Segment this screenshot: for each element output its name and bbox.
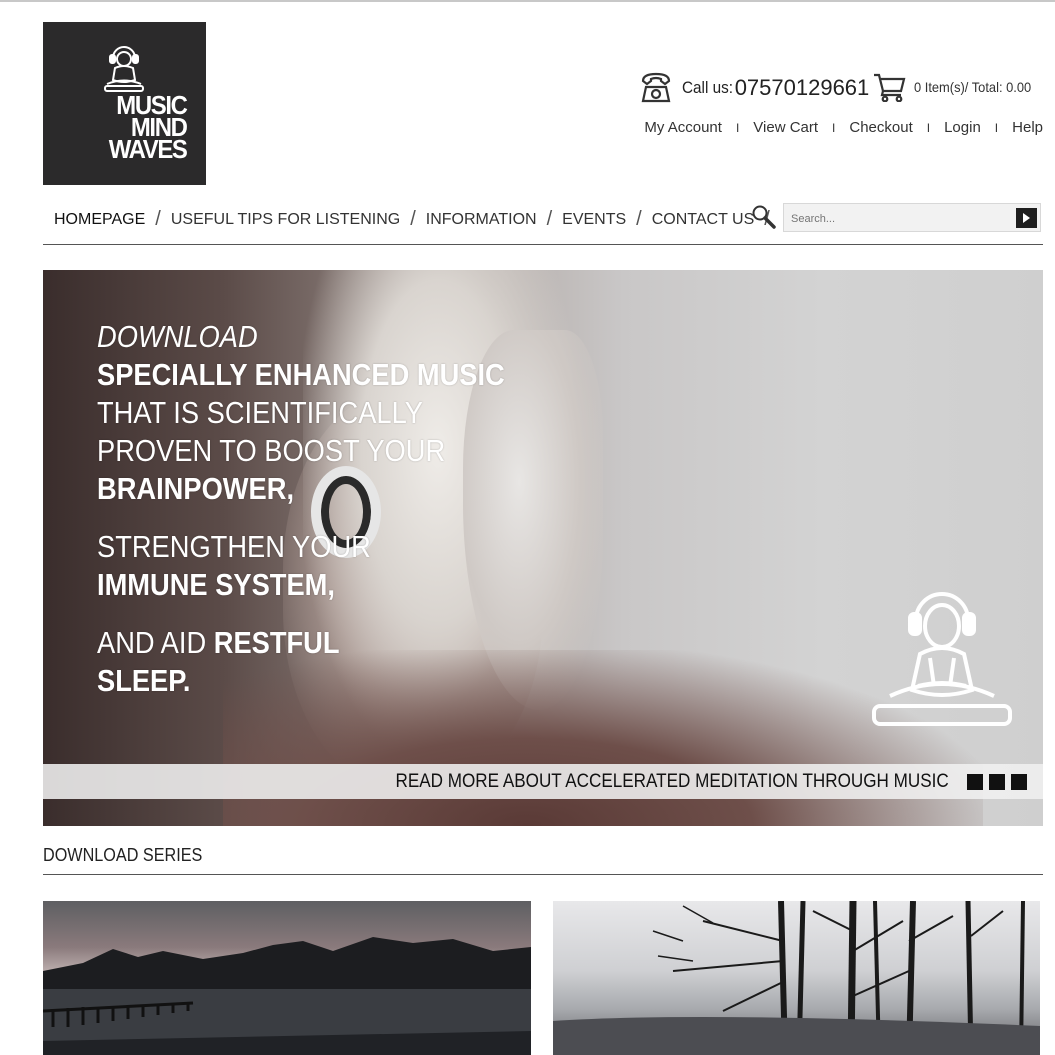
nav-link-useful-tips[interactable]: USEFUL TIPS FOR LISTENING [171,211,400,229]
view-cart-link[interactable]: View Cart [753,119,818,136]
phone-number[interactable]: 07570129661 [735,75,870,101]
series-thumbnail-lake[interactable] [43,901,531,1055]
checkout-link[interactable]: Checkout [849,119,912,136]
headline-bold: SLEEP. [97,663,191,698]
call-us-label: Call us: [682,78,734,97]
nav-link-information[interactable]: INFORMATION [426,211,537,229]
nav-item-homepage: HOMEPAGE / [54,208,171,231]
read-more-link[interactable]: READ MORE ABOUT ACCELERATED MEDITATION T… [396,771,949,793]
link-separator: I [735,120,740,135]
slide-dot[interactable] [1011,774,1027,790]
nav-item-useful-tips: USEFUL TIPS FOR LISTENING / [171,208,426,231]
cart-summary[interactable]: 0 Item(s)/ Total: 0.00 [872,70,1041,104]
headline-plain: AND AID [97,625,214,660]
hero-banner[interactable]: DOWNLOAD SPECIALLY ENHANCED MUSIC THAT I… [43,270,1043,826]
headline-line: SLEEP. [97,662,505,700]
search-box [783,203,1041,233]
nav-item-information: INFORMATION / [426,208,562,231]
headline-line: SPECIALLY ENHANCED MUSIC [97,356,505,394]
shopping-cart-icon [874,73,906,102]
site-logo[interactable]: MUSIC MIND WAVES [43,22,206,185]
headline-bold: SPECIALLY ENHANCED MUSIC [97,357,505,392]
banner-headline: DOWNLOAD SPECIALLY ENHANCED MUSIC THAT I… [97,318,505,700]
nav-divider: / [410,208,416,230]
section-title: DOWNLOAD SERIES [43,845,203,865]
headline-line: BRAINPOWER, [97,470,505,508]
logo-wordmark: MUSIC MIND WAVES [108,92,187,164]
headline-bold: IMMUNE SYSTEM, [97,567,335,602]
headline-bold: RESTFUL [213,625,340,660]
buddha-headphones-icon [104,46,144,92]
slide-dot[interactable] [967,774,983,790]
section-divider [43,874,1043,875]
main-nav: HOMEPAGE / USEFUL TIPS FOR LISTENING / I… [43,200,1043,245]
read-more-bar[interactable]: READ MORE ABOUT ACCELERATED MEDITATION T… [43,764,1043,799]
headline-bold: BRAINPOWER, [97,471,295,506]
search-input[interactable] [784,204,1013,233]
cart-total: 0 Item(s)/ Total: 0.00 [914,79,1032,95]
headline-line: STRENGTHEN YOUR [97,529,371,564]
headline-line: THAT IS SCIENTIFICALLY [97,395,423,430]
nav-item-events: EVENTS / [562,208,652,231]
nav-divider: / [546,208,553,230]
buddha-headphones-icon [872,592,1012,726]
my-account-link[interactable]: My Account [644,119,722,136]
nav-link-events[interactable]: EVENTS [562,211,626,229]
telephone-icon [641,72,671,103]
logo-line: WAVES [108,134,187,164]
headline-line: IMMUNE SYSTEM, [97,566,505,604]
account-links: My Account I View Cart I Checkout I Logi… [644,119,1043,136]
link-separator: I [832,120,836,135]
lake-pier-image [43,937,531,1055]
slide-dot[interactable] [989,774,1005,790]
slider-pagination [967,774,1027,790]
headline-line: PROVEN TO BOOST YOUR [97,433,446,468]
nav-divider: / [636,208,642,230]
series-thumbnail-trees[interactable] [553,901,1040,1055]
nav-link-homepage[interactable]: HOMEPAGE [54,211,145,229]
trees-image [553,901,1040,1055]
nav-divider: / [155,208,161,230]
login-link[interactable]: Login [944,119,981,136]
search-submit-button[interactable] [1016,208,1037,228]
link-separator: I [994,120,999,135]
nav-link-contact-us[interactable]: CONTACT US [652,211,755,229]
link-separator: I [926,120,931,135]
top-border [0,0,1055,2]
call-us: Call us: 07570129661 [640,70,869,106]
headline-line: DOWNLOAD [97,319,258,354]
search-icon[interactable] [751,204,777,230]
help-link[interactable]: Help [1012,119,1043,136]
headline-line: AND AID RESTFUL [97,624,505,662]
arrow-right-icon [1023,213,1030,223]
